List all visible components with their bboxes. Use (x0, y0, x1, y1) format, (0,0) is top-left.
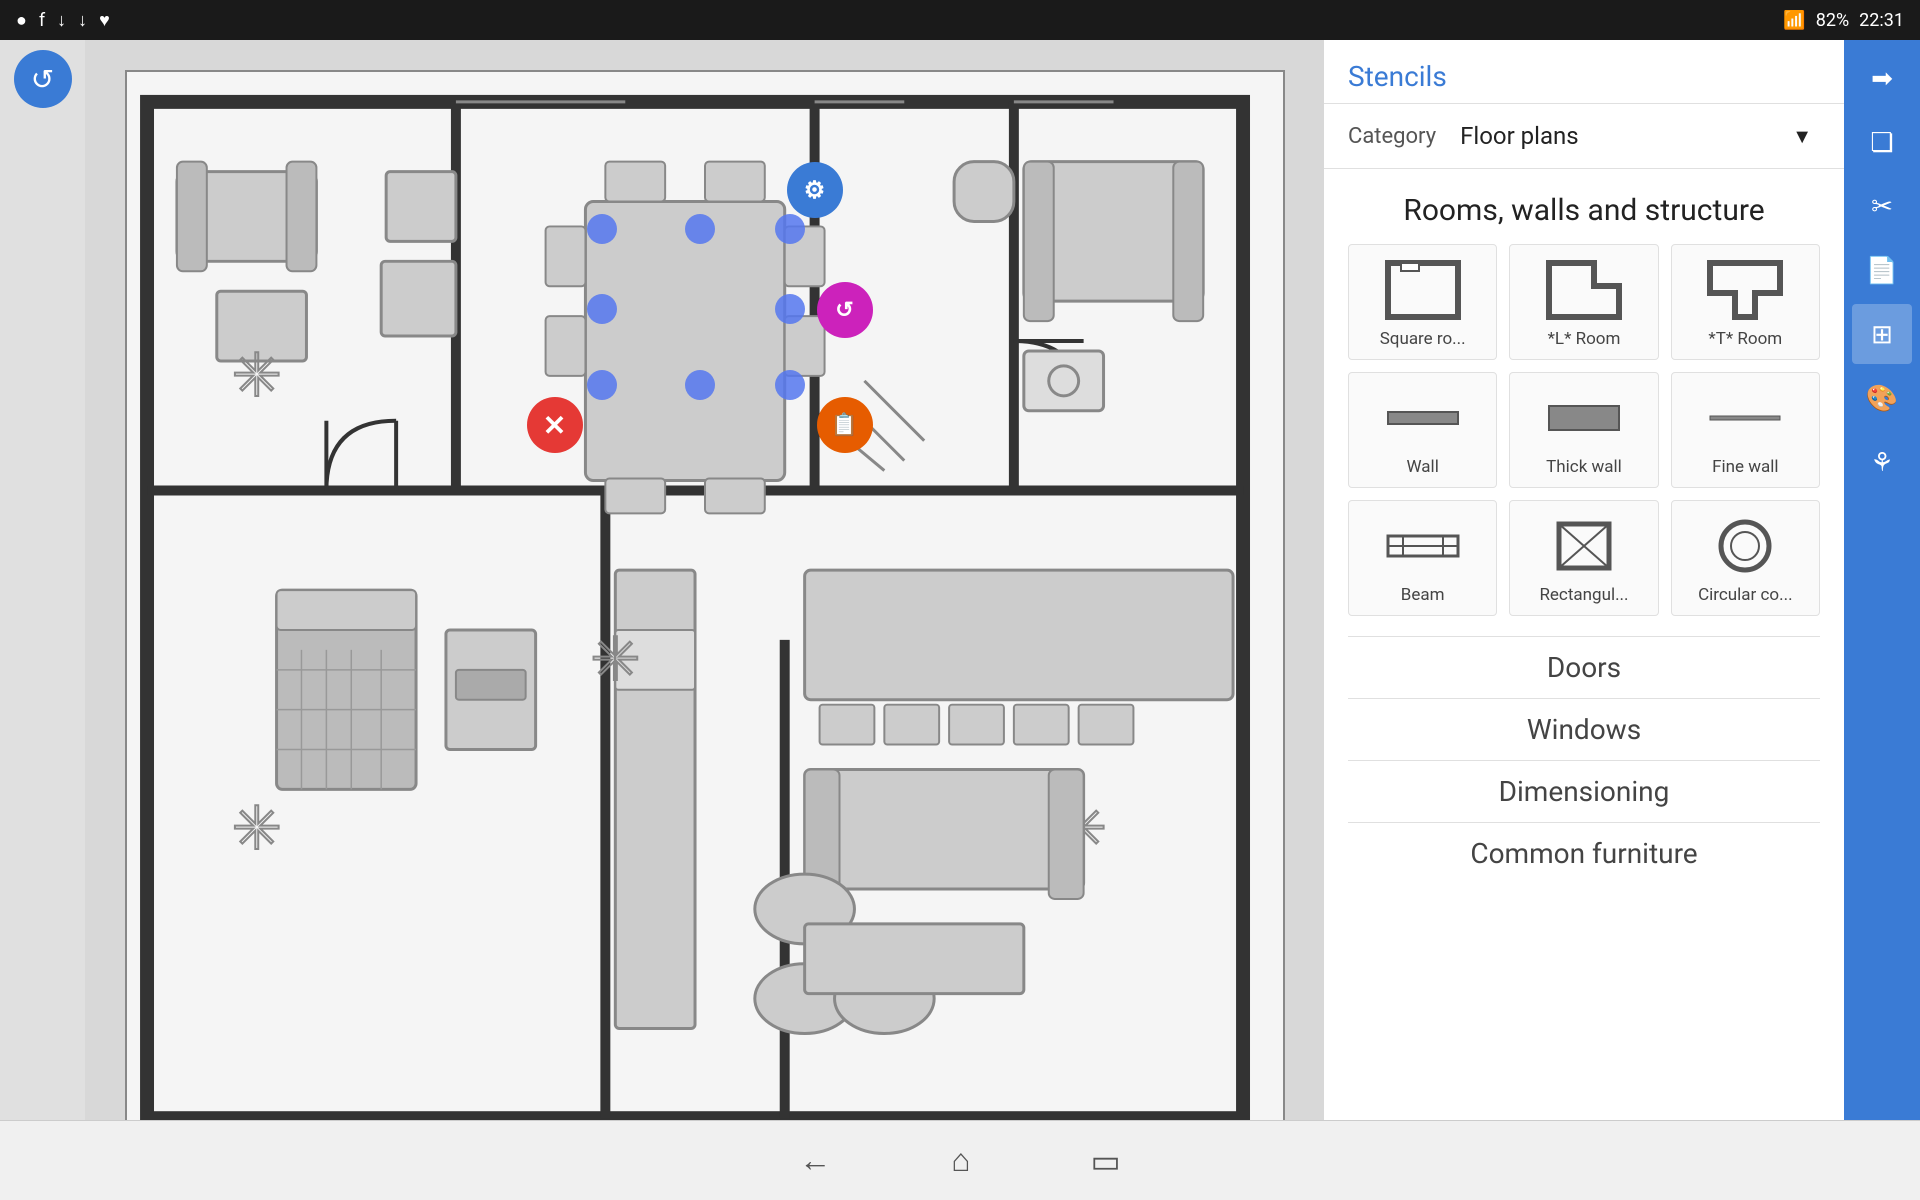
right-panel: Stencils Category Floor plans ▼ Rooms, w… (1324, 40, 1844, 1200)
back-button[interactable]: ← (799, 1142, 831, 1179)
stencil-label-beam: Beam (1401, 585, 1445, 605)
stencil-t-room[interactable]: *T* Room (1671, 244, 1820, 360)
app-icon-4: ↓ (78, 10, 87, 31)
thick-wall-icon (1539, 383, 1629, 453)
duplicate-button[interactable]: ❏ (1852, 112, 1912, 172)
status-icons-left: ● f ↓ ↓ ♥ (16, 10, 110, 31)
stencil-wall[interactable]: Wall (1348, 372, 1497, 488)
stencils-content: Rooms, walls and structure Square ro... (1324, 169, 1844, 1200)
handle-dot-3[interactable] (775, 214, 805, 244)
category-row: Category Floor plans ▼ (1324, 104, 1844, 169)
category-dropdown[interactable]: Floor plans ▼ (1452, 118, 1820, 154)
section-rooms-title: Rooms, walls and structure (1348, 193, 1820, 228)
svg-text:✳: ✳ (231, 341, 281, 411)
home-button[interactable]: ⌂ (951, 1142, 970, 1179)
stencil-rect-col[interactable]: Rectangul... (1509, 500, 1658, 616)
app-icon-3: ↓ (57, 10, 66, 31)
palette-button[interactable]: 🎨 (1852, 368, 1912, 428)
handle-dot-8[interactable] (775, 370, 805, 400)
stencil-label-thick-wall: Thick wall (1546, 457, 1622, 477)
stencil-label-fine-wall: Fine wall (1712, 457, 1778, 477)
handle-dot-6[interactable] (587, 370, 617, 400)
stencil-thick-wall[interactable]: Thick wall (1509, 372, 1658, 488)
stencil-label-circ-col: Circular co... (1698, 585, 1792, 605)
share-button[interactable]: ➡ (1852, 48, 1912, 108)
connections-button[interactable]: ⚘ (1852, 432, 1912, 492)
handle-dot-7[interactable] (685, 370, 715, 400)
section-windows[interactable]: Windows (1348, 698, 1820, 760)
stencil-square-room[interactable]: Square ro... (1348, 244, 1497, 360)
stencil-label-wall: Wall (1407, 457, 1439, 477)
status-icons-right: 📶 82% 22:31 (1783, 10, 1904, 31)
left-toolbar: ↺ 🔧 (0, 40, 85, 1200)
beam-icon (1378, 511, 1468, 581)
handle-dot-5[interactable] (775, 294, 805, 324)
stencil-l-room[interactable]: *L* Room (1509, 244, 1658, 360)
copy-overlay-button[interactable]: 📋 (817, 397, 873, 453)
wifi-icon: 📶 (1783, 10, 1805, 31)
delete-overlay-button[interactable]: ✕ (527, 397, 583, 453)
svg-text:✳: ✳ (590, 625, 640, 695)
recent-button[interactable]: ▭ (1091, 1142, 1121, 1180)
battery-percent: 82% (1816, 10, 1849, 31)
stencil-label-square-room: Square ro... (1380, 329, 1466, 349)
floor-plan[interactable]: ✳ ✳ ✳ (125, 70, 1285, 1170)
fine-wall-icon (1700, 383, 1790, 453)
rect-col-icon (1539, 511, 1629, 581)
doc-button[interactable]: 📄 (1852, 240, 1912, 300)
stencil-label-l-room: *L* Room (1548, 329, 1621, 349)
square-room-icon (1378, 255, 1468, 325)
stencil-fine-wall[interactable]: Fine wall (1671, 372, 1820, 488)
chevron-down-icon: ▼ (1792, 124, 1812, 149)
rotate-overlay-button[interactable]: ↺ (817, 282, 873, 338)
main-layout: ↺ 🔧 (0, 40, 1920, 1200)
canvas-area[interactable]: ✳ ✳ ✳ (85, 40, 1324, 1200)
handle-dot-1[interactable] (587, 214, 617, 244)
section-doors[interactable]: Doors (1348, 636, 1820, 698)
status-bar: ● f ↓ ↓ ♥ 📶 82% 22:31 (0, 0, 1920, 40)
stencil-grid-rooms: Square ro... *L* Room (1348, 244, 1820, 616)
gear-overlay-button[interactable]: ⚙ (787, 162, 843, 218)
grid-button[interactable]: ⊞ (1852, 304, 1912, 364)
stencil-label-rect-col: Rectangul... (1539, 585, 1628, 605)
svg-text:✳: ✳ (231, 794, 281, 864)
t-room-icon (1700, 255, 1790, 325)
bottom-nav: ← ⌂ ▭ (0, 1120, 1920, 1200)
stencil-beam[interactable]: Beam (1348, 500, 1497, 616)
section-dimensioning[interactable]: Dimensioning (1348, 760, 1820, 822)
wall-icon (1378, 383, 1468, 453)
section-furniture[interactable]: Common furniture (1348, 822, 1820, 884)
stencils-title: Stencils (1348, 60, 1820, 93)
stencil-circ-col[interactable]: Circular co... (1671, 500, 1820, 616)
stencil-label-t-room: *T* Room (1708, 329, 1782, 349)
app-icon-2: f (39, 10, 45, 31)
handle-dot-2[interactable] (685, 214, 715, 244)
right-icon-toolbar: ➡ ❏ ✂ 📄 ⊞ 🎨 ⚘ (1844, 40, 1920, 1200)
app-icon-5: ♥ (99, 10, 110, 31)
circ-col-icon (1700, 511, 1790, 581)
handle-dot-4[interactable] (587, 294, 617, 324)
tools-button[interactable]: ✂ (1852, 176, 1912, 236)
category-label: Category (1348, 124, 1436, 149)
app-icon-1: ● (16, 10, 27, 31)
stencils-header: Stencils (1324, 40, 1844, 104)
l-room-icon (1539, 255, 1629, 325)
clock: 22:31 (1859, 10, 1904, 31)
undo-button[interactable]: ↺ (14, 50, 72, 108)
